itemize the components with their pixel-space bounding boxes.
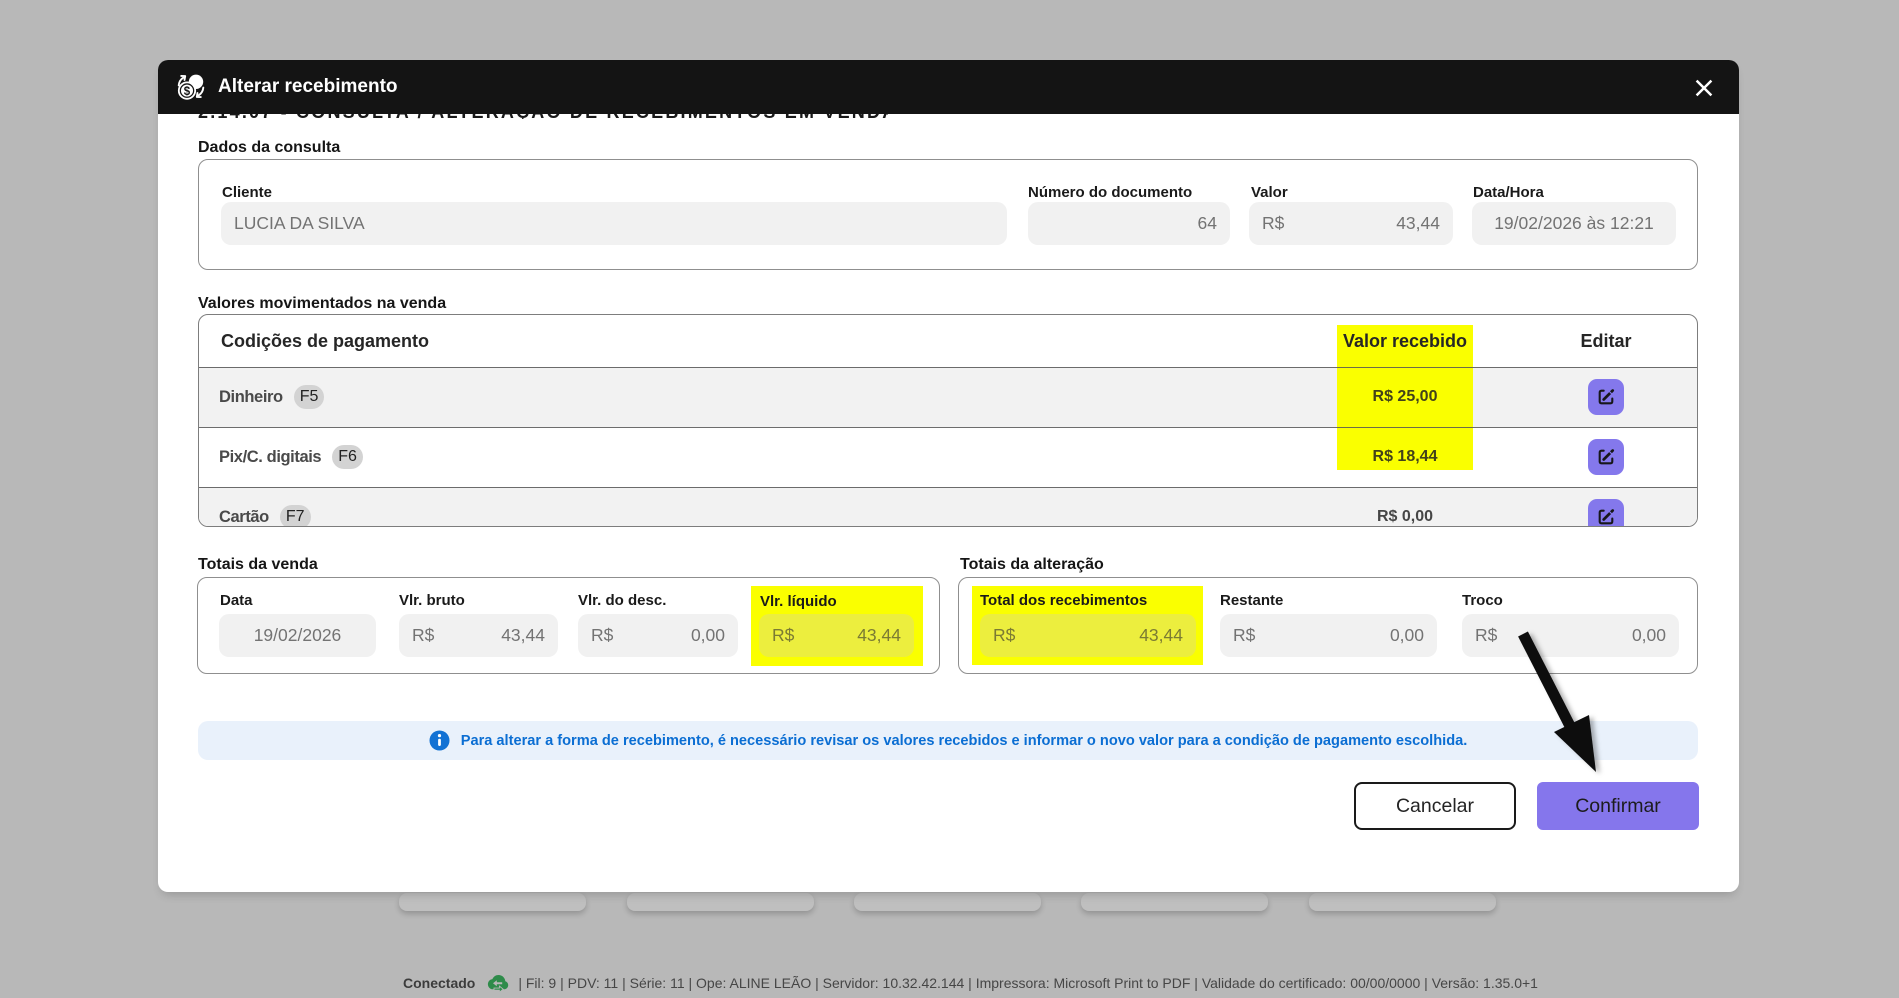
svg-text:$: $ xyxy=(184,86,191,98)
